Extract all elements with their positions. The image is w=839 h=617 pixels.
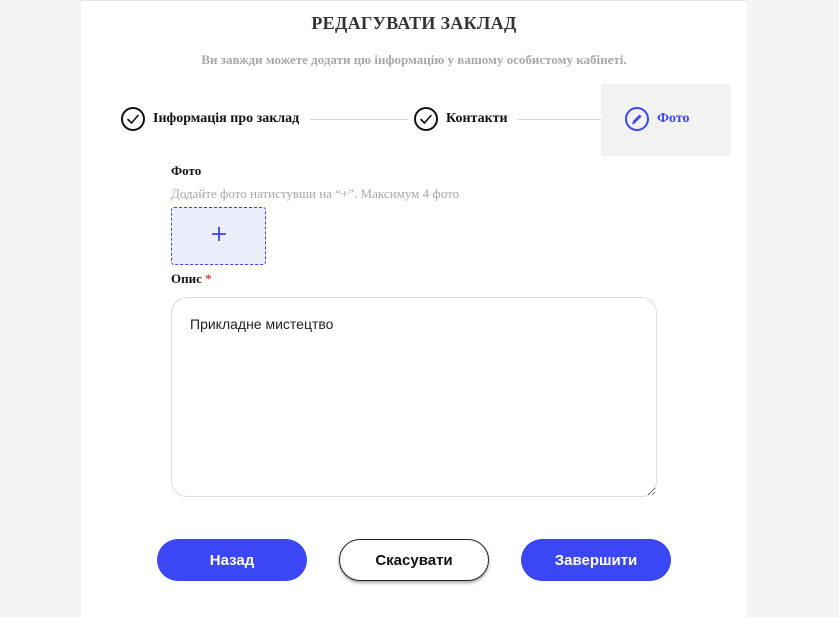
step-label: Інформація про заклад: [153, 111, 300, 126]
step-venue-info[interactable]: Інформація про заклад: [121, 107, 299, 131]
page-title: РЕДАГУВАТИ ЗАКЛАД: [311, 13, 517, 33]
step-photo[interactable]: Фото: [625, 107, 690, 131]
check-icon: [414, 107, 438, 131]
required-mark: *: [205, 271, 212, 286]
page-subtitle: Ви завжди можете додати цю інформацію у …: [201, 52, 627, 67]
check-icon: [121, 107, 145, 131]
step-contacts[interactable]: Контакти: [414, 107, 508, 131]
step-label: Фото: [657, 111, 690, 126]
finish-button[interactable]: Завершити: [521, 539, 671, 581]
add-photo-button[interactable]: [171, 207, 266, 265]
photo-hint: Додайте фото натистувши на “+”. Максимум…: [171, 186, 460, 201]
edit-venue-card: РЕДАГУВАТИ ЗАКЛАД Ви завжди можете додат…: [81, 0, 747, 617]
step-connector: [310, 119, 408, 120]
description-label-text: Опис: [171, 271, 202, 286]
cancel-button[interactable]: Скасувати: [339, 539, 489, 581]
description-textarea[interactable]: Прикладне мистецтво: [171, 297, 657, 497]
step-connector: [517, 119, 601, 120]
step-label: Контакти: [446, 111, 508, 126]
pencil-icon: [625, 107, 649, 131]
photo-label: Фото: [171, 163, 202, 178]
description-label: Опис *: [171, 271, 212, 287]
plus-icon: [211, 226, 227, 247]
back-button[interactable]: Назад: [157, 539, 307, 581]
